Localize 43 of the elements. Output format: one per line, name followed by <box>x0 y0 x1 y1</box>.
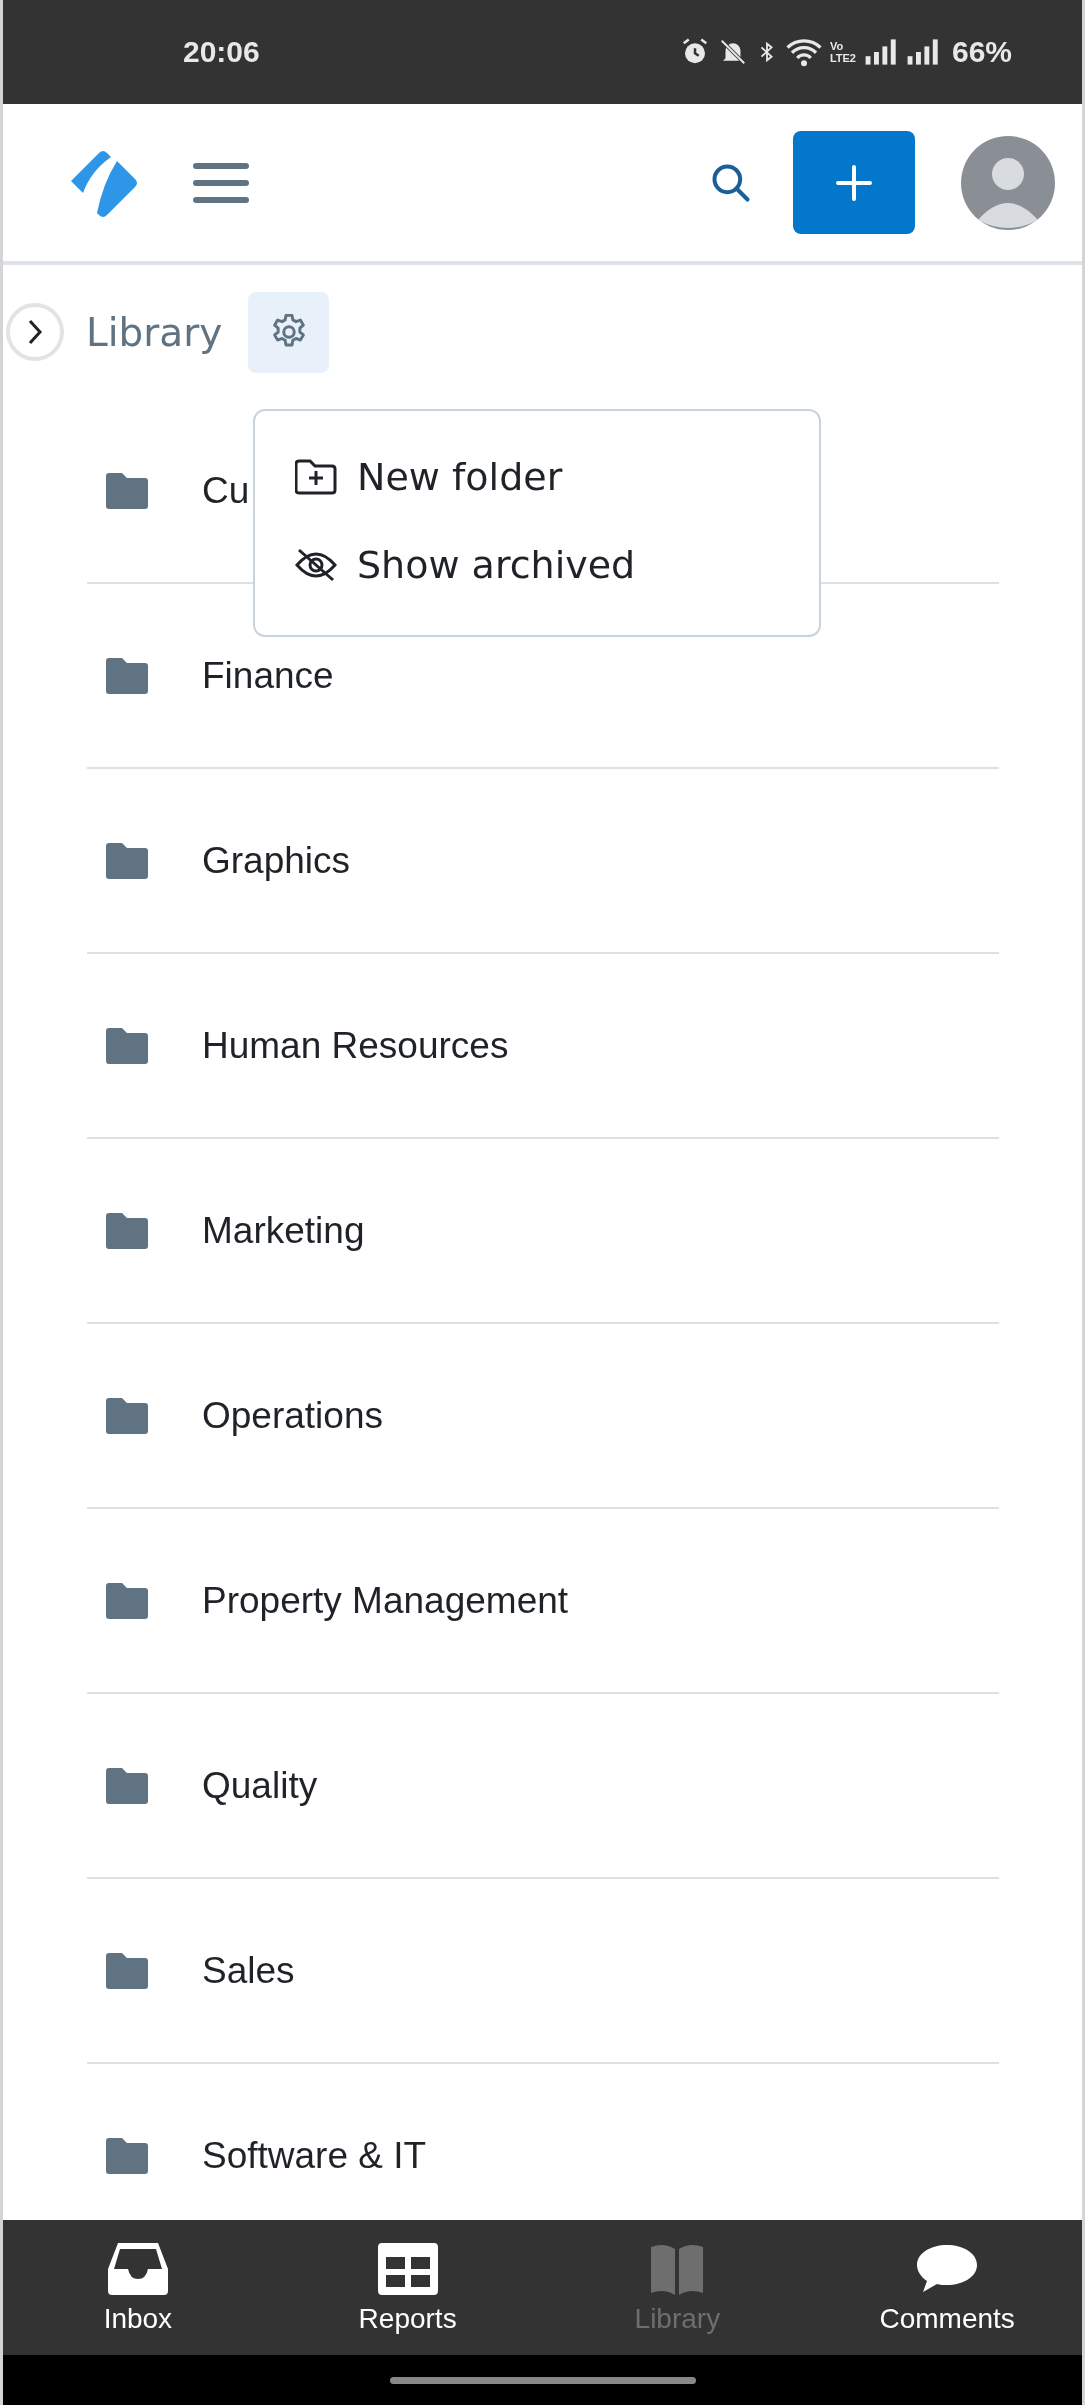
menu-button[interactable] <box>193 160 249 205</box>
battery-level: 66% <box>951 35 1012 69</box>
folder-name[interactable]: Sales <box>202 1949 295 1992</box>
folder-name[interactable]: Property Management <box>202 1579 569 1622</box>
folder-icon <box>106 1027 148 1064</box>
menu-item[interactable]: Show archived <box>255 521 819 609</box>
signal-icon <box>905 38 940 66</box>
nav-tab[interactable]: Reports <box>272 2220 543 2355</box>
home-indicator[interactable] <box>389 2376 696 2384</box>
folder-icon <box>106 1952 148 1989</box>
folder-name[interactable]: Marketing <box>202 1209 365 1252</box>
folder-name[interactable]: Software & IT <box>202 2134 427 2177</box>
folder-icon <box>106 842 148 879</box>
folder-icon <box>106 1767 148 1804</box>
folder-icon <box>106 1582 148 1619</box>
nav-tab[interactable]: Comments <box>812 2220 1082 2355</box>
folder-name[interactable]: Cu <box>202 469 250 512</box>
plus-icon <box>834 162 874 203</box>
menu-icon <box>193 160 249 205</box>
table-icon <box>375 2240 440 2297</box>
folder-name[interactable]: Operations <box>202 1394 383 1437</box>
add-button[interactable] <box>793 131 915 234</box>
folder-name[interactable]: Human Resources <box>202 1024 509 1067</box>
network-label: Vo LTE2 <box>829 40 856 64</box>
folder-icon <box>106 657 148 694</box>
wifi-icon <box>785 37 822 67</box>
folder-name[interactable]: Graphics <box>202 839 351 882</box>
folder-icon <box>106 1397 148 1434</box>
nav-tab[interactable]: Inbox <box>3 2220 273 2355</box>
eye-off-icon <box>295 547 337 583</box>
folder-icon <box>106 472 148 509</box>
signal-icon <box>863 38 898 66</box>
folder-plus-icon <box>295 459 337 495</box>
folder-icon <box>106 2137 148 2174</box>
page-title: Library <box>86 309 223 355</box>
avatar-icon[interactable] <box>961 135 1055 230</box>
status-time: 20:06 <box>183 35 260 69</box>
settings-button[interactable] <box>248 291 330 373</box>
tray-icon <box>105 2240 170 2297</box>
menu-item[interactable]: New folder <box>255 433 819 521</box>
folder-icon <box>106 1212 148 1249</box>
folder-name[interactable]: Quality <box>202 1764 318 1807</box>
folder-name[interactable]: Finance <box>202 654 334 697</box>
